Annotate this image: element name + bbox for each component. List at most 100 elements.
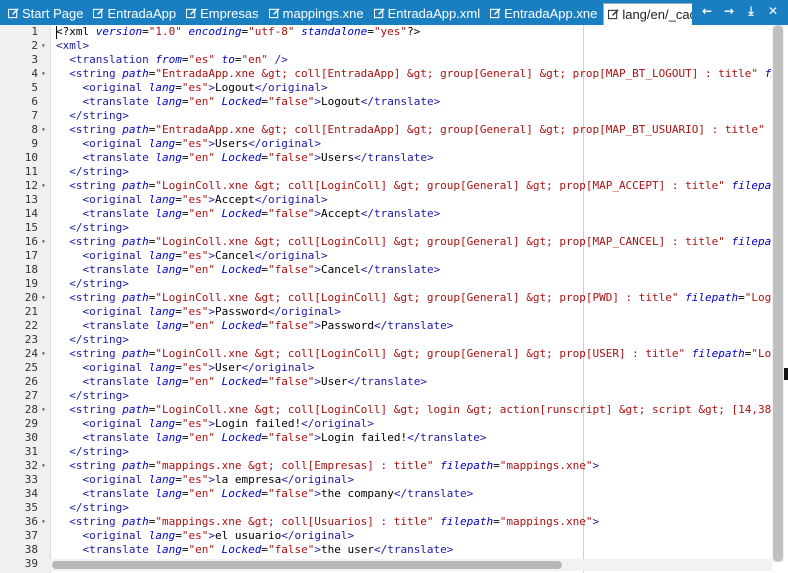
code-line[interactable]: 3 <translation from="es" to="en" /> — [0, 53, 772, 67]
fold-arrow-icon[interactable]: ▾ — [41, 179, 46, 193]
code-line[interactable]: 19 </string> — [0, 277, 772, 291]
code-line[interactable]: 9 <original lang="es">Users</original> — [0, 137, 772, 151]
code-token: </original> — [241, 361, 315, 374]
code-line[interactable]: 13 <original lang="es">Accept</original> — [0, 193, 772, 207]
code-line[interactable]: 22 <translate lang="en" Locked="false">P… — [0, 319, 772, 333]
code-line[interactable]: 35 </string> — [0, 501, 772, 515]
edit-icon — [8, 7, 19, 18]
code-token: "utf-8" — [248, 25, 295, 38]
code-line[interactable]: 16 ▾ <string path="LoginColl.xne &gt; col… — [0, 235, 772, 249]
code-token: el usuario — [214, 529, 282, 542]
code-line[interactable]: 7 </string> — [0, 109, 772, 123]
code-line[interactable]: 27 </string> — [0, 389, 772, 403]
code-token: to — [221, 53, 235, 66]
code-line[interactable]: 24 ▾ <string path="LoginColl.xne &gt; col… — [0, 347, 772, 361]
code-token: > — [208, 473, 215, 486]
fold-arrow-icon[interactable]: ▾ — [41, 39, 46, 53]
code-line[interactable]: 34 <translate lang="en" Locked="false">t… — [0, 487, 772, 501]
code-line[interactable]: 31 </string> — [0, 445, 772, 459]
tab-6[interactable]: EntradaApp.xne — [486, 3, 600, 23]
code-line[interactable]: 25 <original lang="es">User</original> — [0, 361, 772, 375]
code-token: lang — [155, 375, 182, 388]
code-token: > — [314, 207, 321, 220]
horizontal-scroll-thumb[interactable] — [52, 561, 562, 569]
tab-bar: Start Page EntradaApp Empresas mappings.xne… — [0, 0, 788, 25]
fold-arrow-icon[interactable]: ▾ — [41, 291, 46, 305]
code-token: "es" — [181, 305, 209, 318]
tab-2[interactable]: EntradaApp — [89, 3, 179, 23]
next-tab-button[interactable]: → — [719, 1, 739, 21]
code-line[interactable]: 23 </string> — [0, 333, 772, 347]
line-number: 11 — [24, 165, 38, 178]
horizontal-scrollbar[interactable] — [50, 559, 772, 571]
code-line[interactable]: 2 ▾ <xml> — [0, 39, 772, 53]
code-token: > — [314, 487, 321, 500]
code-line[interactable]: 30 <translate lang="en" Locked="false">L… — [0, 431, 772, 445]
edit-icon — [186, 7, 197, 18]
code-line[interactable]: 10 <translate lang="en" Locked="false">U… — [0, 151, 772, 165]
code-line[interactable]: 15 </string> — [0, 221, 772, 235]
code-line[interactable]: 20 ▾ <string path = "LoginColl.xne &gt; col… — [0, 291, 772, 305]
fold-arrow-icon[interactable]: ▾ — [41, 67, 46, 81]
fold-arrow-icon[interactable]: ▾ — [41, 459, 46, 473]
tab-7[interactable]: lang/en/_cachedictio — [603, 3, 692, 25]
code-line[interactable]: 29 <original lang="es">Login failed!</or… — [0, 417, 772, 431]
code-token: <original — [82, 361, 149, 374]
fold-arrow-icon[interactable]: ▾ — [41, 403, 46, 417]
close-button[interactable]: ✕ — [763, 1, 783, 21]
code-text: </string> — [56, 277, 129, 291]
tab-4[interactable]: mappings.xne — [265, 3, 367, 23]
code-line[interactable]: 26 <translate lang="en" Locked="false">U… — [0, 375, 772, 389]
code-line[interactable]: 6 <translate lang="en" Locked="false">Lo… — [0, 95, 772, 109]
code-line[interactable]: 33 <original lang="es">la empresa</origi… — [0, 473, 772, 487]
code-line[interactable]: 28 ▾ <string path="LoginColl.xne &gt; col… — [0, 403, 772, 417]
code-line[interactable]: 36 ▾ <string path = "mappings.xne &gt; coll… — [0, 515, 772, 529]
code-line[interactable]: 8 ▾ <string path="EntradaApp.xne &gt; col… — [0, 123, 772, 137]
vertical-scrollbar[interactable] — [772, 25, 784, 562]
code-line[interactable]: 12 ▾ <string path="LoginColl.xne &gt; col… — [0, 179, 772, 193]
code-line[interactable]: 5 <original lang="es">Logout</original> — [0, 81, 772, 95]
fold-arrow-icon[interactable]: ▾ — [41, 123, 46, 137]
code-token: "en" — [188, 95, 215, 108]
code-line[interactable]: 11 </string> — [0, 165, 772, 179]
fold-arrow-icon[interactable]: ▾ — [41, 347, 46, 361]
code-text: </string> — [56, 445, 129, 459]
prev-tab-button[interactable]: ← — [697, 1, 717, 21]
download-button[interactable]: ⤓ — [741, 1, 761, 21]
code-token: "es" — [181, 473, 209, 486]
code-line[interactable]: 21 <original lang="es">Password</origina… — [0, 305, 772, 319]
code-line[interactable]: 14 <translate lang="en" Locked="false">A… — [0, 207, 772, 221]
code-token: lang — [148, 249, 176, 262]
tab-5[interactable]: EntradaApp.xml — [370, 3, 484, 23]
code-token: > — [314, 263, 321, 276]
code-line[interactable]: 32 ▾ <string path = "mappings.xne &gt; coll… — [0, 459, 772, 473]
code-line[interactable]: 18 <translate lang="en" Locked="false">C… — [0, 263, 772, 277]
vertical-scroll-thumb[interactable] — [773, 25, 783, 562]
code-token: filepath — [731, 179, 772, 192]
code-editor[interactable]: 1 <?xml version="1.0" encoding="utf-8" st… — [0, 25, 772, 573]
code-token: <original — [82, 137, 149, 150]
code-text: <translate lang="en" Locked="false">Canc… — [56, 263, 441, 277]
code-token: </original> — [267, 305, 341, 318]
code-line[interactable]: 17 <original lang="es">Cancel</original> — [0, 249, 772, 263]
tab-1[interactable]: Start Page — [4, 3, 86, 23]
code-token: lang — [148, 361, 176, 374]
code-token: lang — [155, 95, 182, 108]
code-line[interactable]: 38 <translate lang="en" Locked="false">t… — [0, 543, 772, 557]
code-token: path — [122, 235, 149, 248]
tab-3[interactable]: Empresas — [182, 3, 262, 23]
fold-arrow-icon[interactable]: ▾ — [41, 235, 46, 249]
code-line[interactable]: 4 ▾ <string path="EntradaApp.xne &gt; col… — [0, 67, 772, 81]
code-line[interactable]: 1 <?xml version="1.0" encoding="utf-8" st… — [0, 25, 772, 39]
code-line[interactable]: 37 <original lang="es">el usuario</origi… — [0, 529, 772, 543]
line-number: 33 — [24, 473, 38, 486]
code-token: "false" — [267, 95, 315, 108]
code-token: = — [261, 543, 268, 556]
fold-arrow-icon[interactable]: ▾ — [41, 515, 46, 529]
